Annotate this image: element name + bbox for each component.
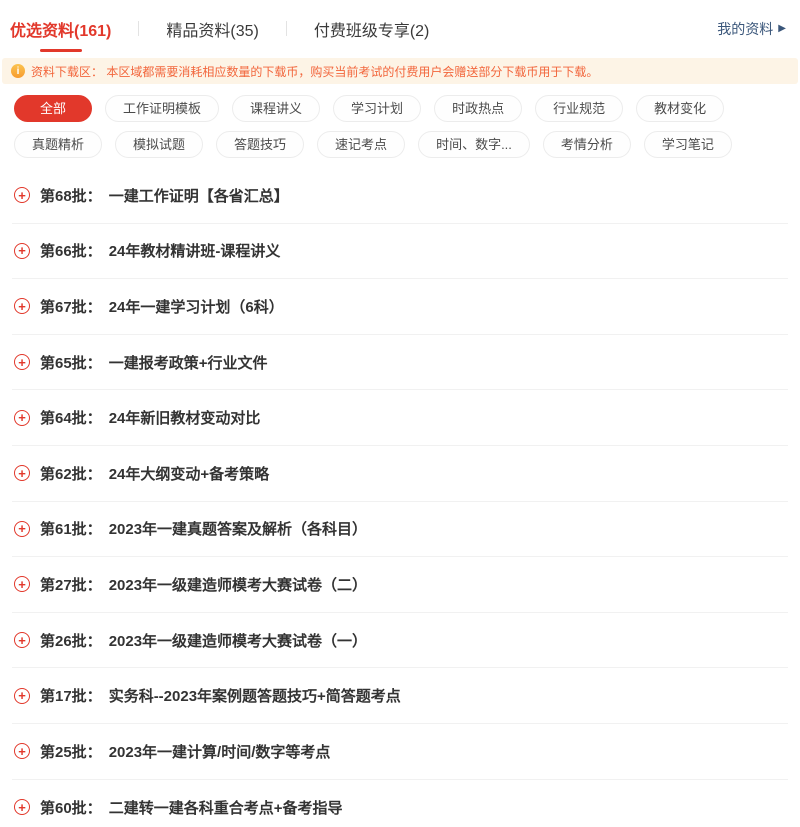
item-name: 2023年一级建造师模考大赛试卷（二） — [109, 577, 367, 594]
list-item[interactable]: + 第60批： 二建转一建各科重合考点+备考指导 — [12, 780, 788, 827]
item-batch: 第66批： — [40, 243, 102, 260]
expand-plus-icon[interactable]: + — [14, 410, 30, 426]
expand-plus-icon[interactable]: + — [14, 465, 30, 481]
item-title: 第17批： 实务科--2023年案例题答题技巧+简答题考点 — [40, 685, 401, 706]
item-title: 第68批： 一建工作证明【各省汇总】 — [40, 185, 289, 206]
item-batch: 第27批： — [40, 577, 102, 594]
item-batch: 第62批： — [40, 466, 102, 483]
item-batch: 第65批： — [40, 355, 102, 372]
info-icon: i — [11, 64, 25, 78]
item-title: 第26批： 2023年一级建造师模考大赛试卷（一） — [40, 630, 367, 651]
item-name: 一建工作证明【各省汇总】 — [109, 188, 289, 205]
item-name: 24年一建学习计划（6科） — [109, 299, 284, 316]
item-name: 一建报考政策+行业文件 — [109, 355, 268, 372]
item-title: 第27批： 2023年一级建造师模考大赛试卷（二） — [40, 574, 367, 595]
item-batch: 第26批： — [40, 633, 102, 650]
notice-bar: i 资料下载区： 本区域都需要消耗相应数量的下载币，购买当前考试的付费用户会赠送… — [2, 58, 798, 84]
item-name: 24年大纲变动+备考策略 — [109, 466, 269, 483]
item-batch: 第25批： — [40, 744, 102, 761]
item-name: 二建转一建各科重合考点+备考指导 — [109, 800, 343, 817]
list-item[interactable]: + 第64批： 24年新旧教材变动对比 — [12, 390, 788, 446]
list-item[interactable]: + 第17批： 实务科--2023年案例题答题技巧+简答题考点 — [12, 668, 788, 724]
item-name: 2023年一建真题答案及解析（各科目） — [109, 521, 367, 538]
item-title: 第64批： 24年新旧教材变动对比 — [40, 407, 260, 428]
item-name: 2023年一建计算/时间/数字等考点 — [109, 744, 331, 761]
tab-featured-materials[interactable]: 优选资料(161) — [10, 17, 111, 41]
expand-plus-icon[interactable]: + — [14, 799, 30, 815]
item-name: 24年新旧教材变动对比 — [109, 410, 261, 427]
list-item[interactable]: + 第61批： 2023年一建真题答案及解析（各科目） — [12, 502, 788, 558]
notice-text: 资料下载区： 本区域都需要消耗相应数量的下载币，购买当前考试的付费用户会赠送部分… — [31, 63, 598, 80]
filter-tag[interactable]: 行业规范 — [535, 95, 623, 122]
list-item[interactable]: + 第62批： 24年大纲变动+备考策略 — [12, 446, 788, 502]
my-materials-label: 我的资料 — [717, 19, 773, 39]
list-item[interactable]: + 第25批： 2023年一建计算/时间/数字等考点 — [12, 724, 788, 780]
expand-plus-icon[interactable]: + — [14, 688, 30, 704]
item-name: 2023年一级建造师模考大赛试卷（一） — [109, 633, 367, 650]
list-item[interactable]: + 第26批： 2023年一级建造师模考大赛试卷（一） — [12, 613, 788, 669]
expand-plus-icon[interactable]: + — [14, 576, 30, 592]
filter-tag[interactable]: 课程讲义 — [232, 95, 320, 122]
item-batch: 第17批： — [40, 688, 102, 705]
list-item[interactable]: + 第27批： 2023年一级建造师模考大赛试卷（二） — [12, 557, 788, 613]
list-item[interactable]: + 第65批： 一建报考政策+行业文件 — [12, 335, 788, 391]
arrow-right-icon: ▶ — [778, 24, 786, 34]
filter-tag[interactable]: 模拟试题 — [115, 131, 203, 158]
item-name: 实务科--2023年案例题答题技巧+简答题考点 — [109, 688, 401, 705]
item-title: 第62批： 24年大纲变动+备考策略 — [40, 463, 269, 484]
item-title: 第60批： 二建转一建各科重合考点+备考指导 — [40, 797, 342, 818]
item-name: 24年教材精讲班-课程讲义 — [109, 243, 281, 260]
expand-plus-icon[interactable]: + — [14, 298, 30, 314]
item-title: 第25批： 2023年一建计算/时间/数字等考点 — [40, 741, 330, 762]
tab-divider — [286, 21, 287, 36]
filter-tag[interactable]: 教材变化 — [636, 95, 724, 122]
expand-plus-icon[interactable]: + — [14, 632, 30, 648]
expand-plus-icon[interactable]: + — [14, 743, 30, 759]
item-title: 第67批： 24年一建学习计划（6科） — [40, 296, 284, 317]
filter-tag[interactable]: 时间、数字... — [418, 131, 530, 158]
filter-tag[interactable]: 工作证明模板 — [105, 95, 219, 122]
expand-plus-icon[interactable]: + — [14, 354, 30, 370]
item-batch: 第68批： — [40, 188, 102, 205]
tab-divider — [138, 21, 139, 36]
filter-tag-group: 全部 工作证明模板 课程讲义 学习计划 时政热点 行业规范 教材变化 真题精析 … — [0, 84, 800, 168]
filter-tag[interactable]: 考情分析 — [543, 131, 631, 158]
filter-tag[interactable]: 时政热点 — [434, 95, 522, 122]
list-item[interactable]: + 第68批： 一建工作证明【各省汇总】 — [12, 168, 788, 224]
list-item[interactable]: + 第66批： 24年教材精讲班-课程讲义 — [12, 224, 788, 280]
my-materials-link[interactable]: 我的资料 ▶ — [717, 19, 790, 39]
tab-premium-materials[interactable]: 精品资料(35) — [166, 17, 258, 41]
item-title: 第66批： 24年教材精讲班-课程讲义 — [40, 240, 280, 261]
item-batch: 第60批： — [40, 800, 102, 817]
tab-paid-class-exclusive[interactable]: 付费班级专享(2) — [314, 17, 430, 41]
list-item[interactable]: + 第67批： 24年一建学习计划（6科） — [12, 279, 788, 335]
filter-tag-all[interactable]: 全部 — [14, 95, 92, 122]
filter-tag[interactable]: 学习计划 — [333, 95, 421, 122]
expand-plus-icon[interactable]: + — [14, 521, 30, 537]
item-batch: 第64批： — [40, 410, 102, 427]
item-title: 第65批： 一建报考政策+行业文件 — [40, 352, 267, 373]
expand-plus-icon[interactable]: + — [14, 187, 30, 203]
filter-tag[interactable]: 速记考点 — [317, 131, 405, 158]
expand-plus-icon[interactable]: + — [14, 243, 30, 259]
filter-tag[interactable]: 真题精析 — [14, 131, 102, 158]
resource-list: + 第68批： 一建工作证明【各省汇总】 + 第66批： 24年教材精讲班-课程讲义… — [0, 168, 800, 827]
item-title: 第61批： 2023年一建真题答案及解析（各科目） — [40, 518, 367, 539]
item-batch: 第61批： — [40, 521, 102, 538]
item-batch: 第67批： — [40, 299, 102, 316]
filter-tag[interactable]: 学习笔记 — [644, 131, 732, 158]
filter-tag[interactable]: 答题技巧 — [216, 131, 304, 158]
tab-bar: 优选资料(161) 精品资料(35) 付费班级专享(2) 我的资料 ▶ — [0, 0, 800, 57]
